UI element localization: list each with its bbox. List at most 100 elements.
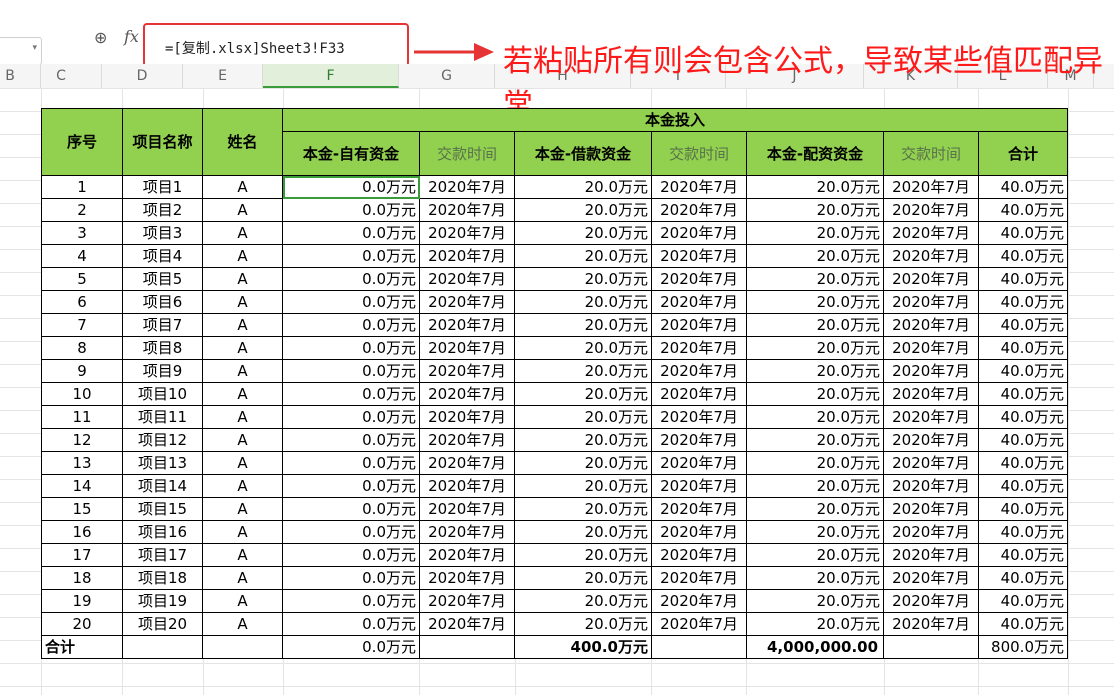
cell-own-time[interactable]: 2020年7月 (419, 313, 515, 337)
cell-project[interactable]: 项目18 (122, 566, 203, 590)
cell-loan-time[interactable]: 2020年7月 (651, 175, 747, 199)
cell-loan-funds[interactable]: 20.0万元 (514, 566, 652, 590)
cell-match-funds[interactable]: 20.0万元 (746, 543, 884, 567)
cell-match-time[interactable]: 2020年7月 (883, 612, 979, 636)
cell-seq[interactable]: 11 (41, 405, 123, 429)
cell-loan-funds[interactable]: 20.0万元 (514, 428, 652, 452)
cell-name[interactable]: A (202, 267, 283, 291)
cell-seq[interactable]: 14 (41, 474, 123, 498)
cell-loan-funds[interactable]: 20.0万元 (514, 382, 652, 406)
cell-loan-funds[interactable]: 20.0万元 (514, 244, 652, 268)
cell-match-time[interactable]: 2020年7月 (883, 382, 979, 406)
cell-loan-time[interactable]: 2020年7月 (651, 382, 747, 406)
cell-project[interactable]: 项目3 (122, 221, 203, 245)
cell-total[interactable]: 40.0万元 (978, 428, 1068, 452)
cell-own-funds[interactable]: 0.0万元 (282, 359, 420, 383)
cell-project[interactable]: 项目14 (122, 474, 203, 498)
cell-name[interactable]: A (202, 405, 283, 429)
cell-own-funds[interactable]: 0.0万元 (282, 451, 420, 475)
cell-match-funds[interactable]: 20.0万元 (746, 589, 884, 613)
cell-seq[interactable]: 2 (41, 198, 123, 222)
cell-loan-funds[interactable]: 20.0万元 (514, 405, 652, 429)
cell-match-funds[interactable]: 20.0万元 (746, 175, 884, 199)
cell-loan-time[interactable]: 2020年7月 (651, 566, 747, 590)
cell-project[interactable]: 项目5 (122, 267, 203, 291)
cell-own-time[interactable]: 2020年7月 (419, 566, 515, 590)
cell-match-funds[interactable]: 20.0万元 (746, 221, 884, 245)
cell-own-funds[interactable]: 0.0万元 (282, 198, 420, 222)
cell-own-time[interactable]: 2020年7月 (419, 175, 515, 199)
cell-own-funds[interactable]: 0.0万元 (282, 566, 420, 590)
cell-seq[interactable]: 19 (41, 589, 123, 613)
cell-own-funds[interactable]: 0.0万元 (282, 497, 420, 521)
cell-loan-funds[interactable]: 20.0万元 (514, 221, 652, 245)
cell-loan-time[interactable]: 2020年7月 (651, 474, 747, 498)
cell-name[interactable]: A (202, 244, 283, 268)
cell-loan-funds[interactable]: 20.0万元 (514, 497, 652, 521)
cell-total[interactable]: 40.0万元 (978, 612, 1068, 636)
cell-total[interactable]: 40.0万元 (978, 566, 1068, 590)
cell-total[interactable]: 40.0万元 (978, 474, 1068, 498)
cell-own-funds[interactable]: 0.0万元 (282, 428, 420, 452)
cell-own-time[interactable]: 2020年7月 (419, 198, 515, 222)
cell-loan-funds[interactable]: 20.0万元 (514, 359, 652, 383)
header-match-funds[interactable]: 本金-配资资金 (746, 131, 884, 176)
column-header-g[interactable]: G (399, 64, 495, 88)
cell-seq[interactable]: 20 (41, 612, 123, 636)
cell-seq[interactable]: 7 (41, 313, 123, 337)
cell-seq[interactable]: 9 (41, 359, 123, 383)
totals-empty[interactable] (202, 635, 283, 659)
cell-total[interactable]: 40.0万元 (978, 313, 1068, 337)
cell-loan-funds[interactable]: 20.0万元 (514, 267, 652, 291)
header-seq[interactable]: 序号 (41, 108, 123, 176)
name-box[interactable]: ▾ (0, 37, 42, 65)
cell-own-funds[interactable]: 0.0万元 (282, 520, 420, 544)
cell-project[interactable]: 项目12 (122, 428, 203, 452)
cell-own-funds[interactable]: 0.0万元 (282, 612, 420, 636)
cell-match-funds[interactable]: 20.0万元 (746, 382, 884, 406)
cell-match-funds[interactable]: 20.0万元 (746, 359, 884, 383)
header-group-principal[interactable]: 本金投入 (282, 108, 1068, 132)
cell-total[interactable]: 40.0万元 (978, 589, 1068, 613)
cell-seq[interactable]: 16 (41, 520, 123, 544)
cell-own-time[interactable]: 2020年7月 (419, 428, 515, 452)
cell-own-time[interactable]: 2020年7月 (419, 497, 515, 521)
cell-name[interactable]: A (202, 198, 283, 222)
cell-match-time[interactable]: 2020年7月 (883, 566, 979, 590)
cell-loan-time[interactable]: 2020年7月 (651, 405, 747, 429)
cell-match-time[interactable]: 2020年7月 (883, 520, 979, 544)
cell-match-time[interactable]: 2020年7月 (883, 589, 979, 613)
cell-match-time[interactable]: 2020年7月 (883, 244, 979, 268)
cell-total[interactable]: 40.0万元 (978, 175, 1068, 199)
cell-match-funds[interactable]: 20.0万元 (746, 405, 884, 429)
cell-own-time[interactable]: 2020年7月 (419, 543, 515, 567)
cell-own-time[interactable]: 2020年7月 (419, 451, 515, 475)
cell-project[interactable]: 项目2 (122, 198, 203, 222)
cell-seq[interactable]: 10 (41, 382, 123, 406)
totals-empty[interactable] (883, 635, 979, 659)
cell-loan-funds[interactable]: 20.0万元 (514, 451, 652, 475)
cell-total[interactable]: 40.0万元 (978, 359, 1068, 383)
cell-own-funds[interactable]: 0.0万元 (282, 336, 420, 360)
cell-loan-time[interactable]: 2020年7月 (651, 221, 747, 245)
column-header-c[interactable]: C (21, 64, 102, 88)
cell-seq[interactable]: 15 (41, 497, 123, 521)
column-header-e[interactable]: E (183, 64, 263, 88)
cell-total[interactable]: 40.0万元 (978, 405, 1068, 429)
cell-loan-time[interactable]: 2020年7月 (651, 612, 747, 636)
cell-loan-funds[interactable]: 20.0万元 (514, 290, 652, 314)
cell-loan-funds[interactable]: 20.0万元 (514, 543, 652, 567)
cell-total[interactable]: 40.0万元 (978, 497, 1068, 521)
cell-total[interactable]: 40.0万元 (978, 198, 1068, 222)
cell-loan-funds[interactable]: 20.0万元 (514, 336, 652, 360)
cell-match-funds[interactable]: 20.0万元 (746, 313, 884, 337)
cell-loan-time[interactable]: 2020年7月 (651, 589, 747, 613)
cell-loan-time[interactable]: 2020年7月 (651, 428, 747, 452)
cell-name[interactable]: A (202, 566, 283, 590)
cell-loan-funds[interactable]: 20.0万元 (514, 474, 652, 498)
fx-icon[interactable]: fx (124, 27, 139, 46)
cell-seq[interactable]: 12 (41, 428, 123, 452)
cell-match-funds[interactable]: 20.0万元 (746, 267, 884, 291)
cell-match-time[interactable]: 2020年7月 (883, 313, 979, 337)
totals-label[interactable]: 合计 (41, 635, 123, 659)
